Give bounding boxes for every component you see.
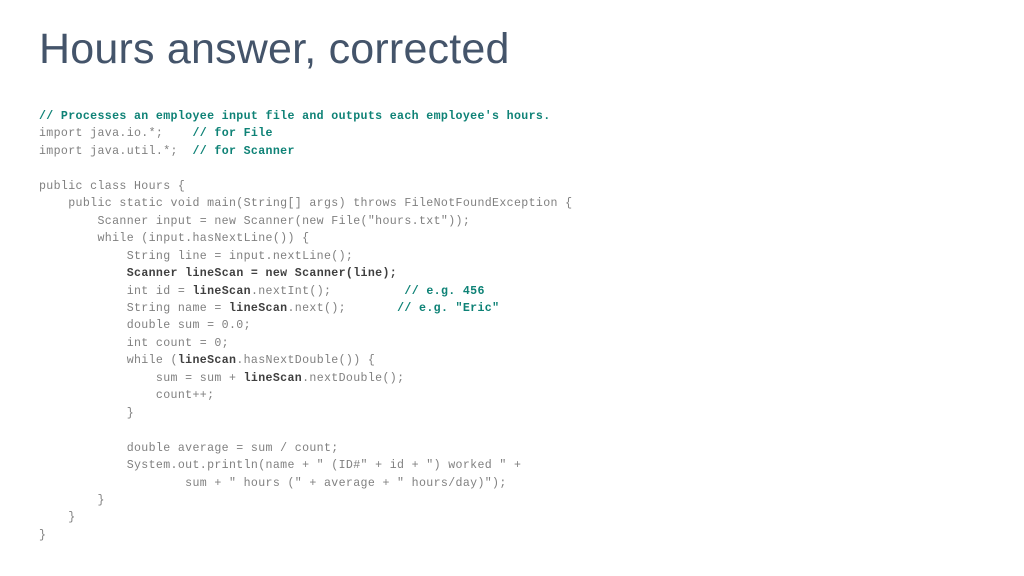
- code-token: while (: [39, 354, 178, 368]
- code-token: String name =: [39, 301, 229, 315]
- code-line: double sum = 0.0;: [39, 317, 572, 334]
- code-line: public static void main(String[] args) t…: [39, 195, 572, 212]
- code-token: .nextDouble();: [302, 371, 405, 385]
- code-token: sum = sum +: [39, 371, 244, 385]
- page-title: Hours answer, corrected: [39, 25, 510, 73]
- code-token: .hasNextDouble()) {: [236, 354, 376, 368]
- code-line: import java.io.*; // for File: [39, 125, 572, 142]
- code-token: double sum = 0.0;: [39, 319, 251, 333]
- code-emphasis-token: lineScan: [177, 354, 237, 368]
- code-line: // Processes an employee input file and …: [39, 108, 572, 125]
- code-comment-token: // for Scanner: [192, 144, 295, 158]
- code-line: count++;: [39, 387, 572, 404]
- code-comment-token: // e.g. "Eric": [397, 301, 500, 315]
- code-emphasis-token: lineScan: [229, 301, 288, 315]
- code-line: }: [39, 492, 572, 509]
- code-listing: // Processes an employee input file and …: [39, 108, 572, 544]
- code-line: while (input.hasNextLine()) {: [39, 230, 572, 247]
- code-emphasis-token: Scanner lineScan = new Scanner(line);: [126, 267, 398, 281]
- code-token: import java.io.*;: [39, 127, 193, 141]
- code-token: }: [39, 406, 134, 420]
- code-line: int count = 0;: [39, 335, 572, 352]
- code-line: String line = input.nextLine();: [39, 248, 572, 265]
- code-token: sum + " hours (" + average + " hours/day…: [39, 476, 507, 490]
- code-emphasis-token: lineScan: [243, 371, 303, 385]
- code-line: int id = lineScan.nextInt(); // e.g. 456: [39, 283, 572, 300]
- code-token: }: [39, 511, 76, 525]
- code-line: System.out.println(name + " (ID#" + id +…: [39, 457, 572, 474]
- code-line: Scanner lineScan = new Scanner(line);: [39, 265, 572, 282]
- code-token: double average = sum / count;: [39, 441, 339, 455]
- code-comment-token: // for File: [192, 127, 273, 141]
- slide-canvas: Hours answer, corrected // Processes an …: [0, 0, 1024, 576]
- code-line: sum + " hours (" + average + " hours/day…: [39, 475, 572, 492]
- code-token: }: [39, 528, 47, 542]
- code-line: while (lineScan.hasNextDouble()) {: [39, 352, 572, 369]
- code-token: Scanner input = new Scanner(new File("ho…: [39, 214, 471, 228]
- code-line: double average = sum / count;: [39, 440, 572, 457]
- code-token: .nextInt();: [250, 284, 405, 298]
- code-comment-token: // e.g. 456: [404, 284, 485, 298]
- code-comment-token: // Processes an employee input file and …: [39, 110, 551, 123]
- code-token: int count = 0;: [39, 336, 229, 350]
- code-token: int id =: [39, 284, 193, 298]
- code-token: public static void main(String[] args) t…: [39, 197, 573, 211]
- code-line: Scanner input = new Scanner(new File("ho…: [39, 213, 572, 230]
- code-token: while (input.hasNextLine()) {: [39, 232, 310, 246]
- code-token: }: [39, 493, 105, 507]
- code-token: .next();: [287, 301, 398, 315]
- code-line: sum = sum + lineScan.nextDouble();: [39, 370, 572, 387]
- code-line: }: [39, 405, 572, 422]
- code-line: import java.util.*; // for Scanner: [39, 143, 572, 160]
- code-token: String line = input.nextLine();: [39, 249, 354, 263]
- code-line: String name = lineScan.next(); // e.g. "…: [39, 300, 572, 317]
- code-emphasis-token: lineScan: [192, 284, 251, 298]
- code-line: public class Hours {: [39, 178, 572, 195]
- code-token: System.out.println(name + " (ID#" + id +…: [39, 459, 522, 473]
- code-line: }: [39, 527, 572, 544]
- code-token: count++;: [39, 389, 215, 403]
- code-token: import java.util.*;: [39, 144, 193, 158]
- code-token: public class Hours {: [39, 179, 186, 193]
- code-line: }: [39, 509, 572, 526]
